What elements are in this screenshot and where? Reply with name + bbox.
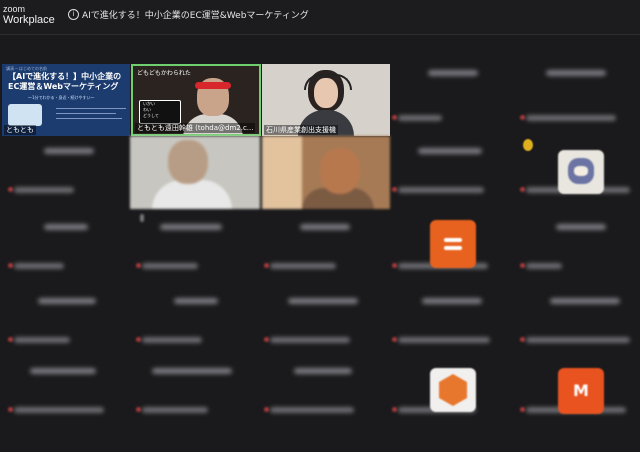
avatar-letter: M (573, 381, 589, 400)
participant-avatar[interactable] (430, 220, 476, 268)
participant-tile[interactable] (4, 380, 132, 415)
participant-avatar[interactable] (558, 150, 604, 194)
active-speaker-tile[interactable]: どもどもかわられた いかい わい どうして ともとも遠田幹雄 (tohda@dm… (131, 64, 261, 136)
participant-tile[interactable] (516, 236, 640, 271)
participant-tile[interactable] (388, 160, 516, 195)
brand-bottom: Workplace (3, 14, 55, 26)
shared-slide-tile[interactable]: 講演 ─ はじめての名前 【AIで進化する！】中小企業のEC運営＆Webマーケテ… (2, 64, 130, 136)
participant-avatar[interactable]: M (558, 368, 604, 414)
participant-video-tile[interactable] (262, 136, 390, 209)
participant-tile[interactable] (4, 310, 132, 345)
participant-tile[interactable] (132, 380, 260, 415)
participant-tile[interactable] (516, 310, 640, 345)
participant-tile[interactable] (260, 310, 388, 345)
participant-tile[interactable] (4, 236, 132, 271)
participant-tile[interactable] (132, 236, 260, 271)
pin-icon (140, 214, 144, 222)
slide-title: 【AIで進化する！】中小企業のEC運営＆Webマーケティング (8, 72, 122, 91)
speech-bubble: いかい わい どうして (139, 100, 181, 124)
participant-tile[interactable] (260, 236, 388, 271)
participant-avatar[interactable] (430, 368, 476, 412)
red-glasses (195, 82, 231, 89)
info-icon[interactable]: i (68, 9, 79, 20)
zoom-logo: zoom Workplace (3, 4, 55, 26)
slide-subtitle: ～1分でわかる・身近・続けやすい～ (28, 95, 95, 100)
meeting-title: AIで進化する！中小企業のEC運営&Webマーケティング (82, 11, 309, 21)
participant-tile[interactable] (4, 160, 132, 195)
participant-tile[interactable] (132, 310, 260, 345)
participant-tile[interactable] (388, 310, 516, 345)
participant-name-label: 石川県産業創出支援機 (264, 125, 338, 135)
headset-icon (304, 74, 352, 90)
slide-logo (8, 104, 42, 126)
bird-icon (523, 139, 533, 151)
bubble-line: どうして (143, 113, 159, 118)
participant-video-tile[interactable]: 石川県産業創出支援機 (262, 64, 390, 136)
participant-name-label: ともとも (4, 125, 36, 135)
participant-tile[interactable] (388, 88, 516, 123)
participant-tile[interactable] (516, 88, 640, 123)
top-bar: zoom Workplace i AIで進化する！中小企業のEC運営&Webマー… (0, 0, 640, 35)
participant-video-tile[interactable] (130, 136, 260, 209)
participant-name-label: ともとも遠田幹雄 (tohda@dm2.c... (135, 123, 256, 133)
overlay-caption: どもどもかわられた (137, 70, 191, 77)
participant-tile[interactable] (260, 380, 388, 415)
